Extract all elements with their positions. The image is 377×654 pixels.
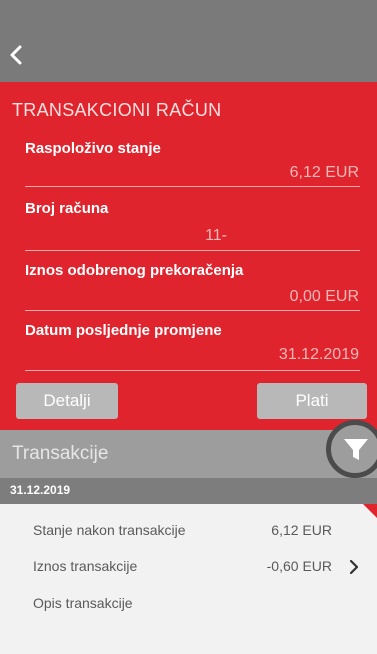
amount-value: -0,60 EUR xyxy=(266,558,332,574)
account-title: TRANSAKCIONI RAČUN xyxy=(12,100,222,120)
account-number-label: Broj računa xyxy=(25,200,109,217)
last-change-date-label: Datum posljednje promjene xyxy=(25,322,222,339)
account-number-value: 11- xyxy=(205,227,227,244)
transactions-title: Transakcije xyxy=(12,443,109,464)
pay-button[interactable]: Plati xyxy=(257,383,367,419)
transaction-date: 31.12.2019 xyxy=(10,483,71,497)
divider xyxy=(25,186,360,187)
chevron-right-icon xyxy=(349,559,359,575)
divider xyxy=(25,370,360,371)
available-balance-value: 6,12 EUR xyxy=(289,164,359,181)
last-change-date-value: 31.12.2019 xyxy=(278,346,359,363)
overdraft-value: 0,00 EUR xyxy=(289,288,359,305)
corner-marker xyxy=(363,504,377,518)
top-nav-bar xyxy=(0,0,377,82)
filter-icon xyxy=(344,439,368,460)
filter-button[interactable] xyxy=(326,420,377,478)
date-group-header: 31.12.2019 xyxy=(0,478,377,504)
divider xyxy=(25,310,360,311)
chevron-left-icon xyxy=(10,45,22,65)
details-button[interactable]: Detalji xyxy=(16,383,118,419)
overdraft-label: Iznos odobrenog prekoračenja xyxy=(25,262,244,279)
balance-after-value: 6,12 EUR xyxy=(271,522,332,538)
transaction-item[interactable]: Stanje nakon transakcije 6,12 EUR Iznos … xyxy=(0,504,377,654)
transactions-header: Transakcije xyxy=(0,430,377,478)
available-balance-label: Raspoloživo stanje xyxy=(25,140,161,157)
balance-after-label: Stanje nakon transakcije xyxy=(33,522,186,538)
divider xyxy=(25,250,360,251)
description-label: Opis transakcije xyxy=(33,595,133,611)
amount-label: Iznos transakcije xyxy=(33,558,138,574)
account-card: TRANSAKCIONI RAČUN Raspoloživo stanje 6,… xyxy=(0,82,377,430)
back-button[interactable] xyxy=(6,40,36,70)
